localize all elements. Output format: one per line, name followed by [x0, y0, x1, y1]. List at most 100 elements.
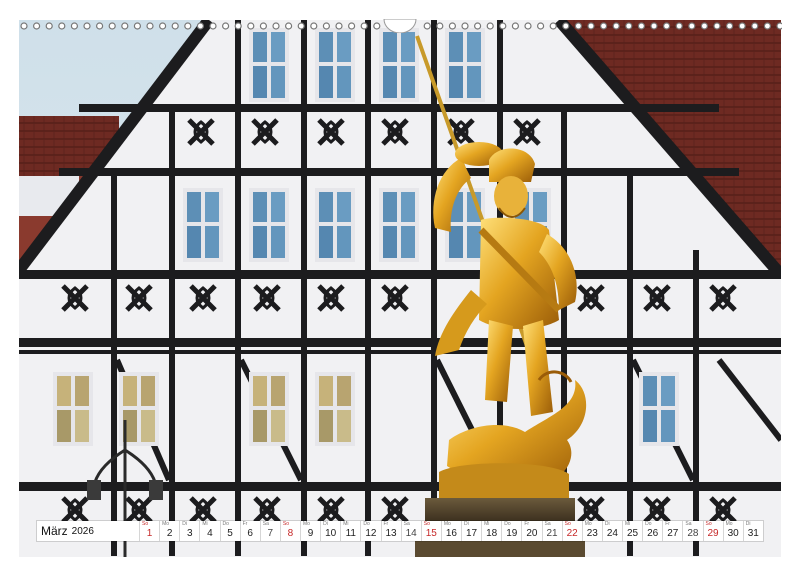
day-number: 18 [486, 528, 498, 539]
calendar-day: Mi 11 [340, 521, 360, 541]
calendar-day: Mo 23 [581, 521, 602, 541]
weekday-label: Sa [403, 521, 410, 527]
day-number: 6 [247, 528, 253, 539]
weekday-label: Sa [262, 521, 269, 527]
binding-ring [83, 22, 91, 30]
weekday-label: So [142, 521, 149, 527]
binding-ring [20, 22, 28, 30]
binding-ring [95, 22, 104, 30]
day-number: 11 [345, 528, 356, 539]
weekday-label: So [282, 521, 289, 527]
day-number: 1 [146, 528, 153, 539]
binding-ring [751, 22, 759, 30]
hanger-notch [383, 19, 417, 33]
binding-ring [549, 22, 557, 30]
weekday-label: Mo [584, 521, 592, 527]
calendar-day: Di 17 [461, 521, 481, 541]
weekday-label: So [564, 521, 571, 527]
binding-ring [637, 22, 646, 30]
binding-ring [776, 22, 782, 30]
day-number: 10 [325, 528, 337, 539]
weekday-label: Do [222, 521, 229, 527]
binding-ring [725, 22, 734, 30]
day-number: 27 [667, 528, 679, 539]
binding-ring [297, 22, 305, 30]
spiral-binding [18, 19, 782, 33]
binding-ring [159, 22, 167, 30]
calendar-day: Mo 9 [300, 521, 320, 541]
weekday-label: Di [745, 521, 751, 527]
calendar-day: Di 3 [179, 521, 199, 541]
photo-illustration [19, 20, 781, 557]
calendar-day: Do 12 [360, 521, 380, 541]
binding-ring [234, 22, 242, 30]
weekday-label: Di [464, 521, 469, 527]
binding-ring [675, 22, 683, 30]
weekday-label: Fr [665, 521, 670, 527]
day-number: 16 [445, 528, 457, 539]
day-number: 31 [747, 528, 759, 539]
binding-ring [322, 22, 330, 30]
weekday-label: Fr [242, 521, 248, 527]
calendar-day: Fr 13 [380, 521, 401, 541]
calendar-day: Do 19 [501, 521, 521, 541]
weekday-label: So [423, 521, 430, 527]
binding-ring [738, 22, 746, 30]
weekday-label: Do [645, 521, 652, 527]
binding-ring [436, 22, 444, 30]
day-number: 3 [187, 528, 193, 539]
day-number: 15 [425, 528, 437, 539]
weekday-label: Mo [443, 521, 451, 527]
binding-ring [461, 22, 469, 30]
day-number: 13 [385, 528, 397, 539]
day-number: 28 [687, 528, 699, 539]
binding-ring [511, 22, 519, 30]
binding-ring [348, 22, 356, 30]
binding-rings [20, 19, 782, 33]
calendar-day: Mi 18 [481, 521, 501, 541]
weekday-label: Sa [544, 521, 551, 527]
binding-ring [599, 22, 608, 30]
binding-ring [373, 22, 381, 30]
binding-ring [448, 22, 456, 30]
photo-golden-knight-statue [19, 20, 781, 557]
day-number: 8 [287, 528, 294, 539]
day-number: 22 [566, 528, 578, 539]
day-number: 29 [707, 528, 719, 539]
weekday-label: Mi [625, 521, 631, 527]
calendar-day: Sa 7 [259, 521, 280, 541]
days-row: So 1 Mo 2 Di 3 Mi 4 Do 5 Fr 6 Sa 7 So 8 Mo 9 Di 10 Mi 11 Do 12 F… [139, 521, 763, 541]
day-number: 9 [307, 528, 314, 539]
calendar-day: Mo 30 [722, 521, 743, 541]
binding-ring [713, 22, 721, 30]
binding-ring [499, 22, 507, 30]
calendar-day: Mi 25 [622, 521, 642, 541]
weekday-label: Di [323, 521, 328, 527]
binding-ring [423, 22, 431, 30]
binding-ring [171, 22, 179, 30]
calendar-day: Mo 16 [440, 521, 461, 541]
binding-ring [335, 22, 343, 30]
binding-ring [58, 22, 66, 30]
weekday-label: Mi [343, 521, 349, 527]
day-number: 5 [227, 528, 233, 539]
calendar-day: Sa 21 [541, 521, 562, 541]
weekday-label: Mo [725, 521, 733, 527]
weekday-label: Do [504, 521, 511, 527]
binding-ring [222, 22, 230, 30]
binding-ring [184, 22, 192, 30]
day-number: 7 [267, 528, 274, 539]
binding-ring [310, 22, 318, 30]
weekday-label: Sa [685, 521, 692, 527]
weekday-label: So [705, 521, 712, 527]
binding-ring [562, 22, 570, 30]
binding-ring [474, 22, 482, 30]
binding-ring [133, 22, 142, 30]
calendar-page: März 2026 So 1 Mo 2 Di 3 Mi 4 Do 5 Fr 6 Sa 7 So 8 Mo 9 Di 1… [0, 0, 800, 577]
binding-ring [70, 22, 79, 30]
weekday-label: Mo [162, 521, 170, 527]
binding-ring [612, 22, 620, 30]
binding-ring [285, 22, 293, 30]
day-number: 25 [627, 528, 639, 539]
month-label: März 2026 [37, 521, 139, 541]
